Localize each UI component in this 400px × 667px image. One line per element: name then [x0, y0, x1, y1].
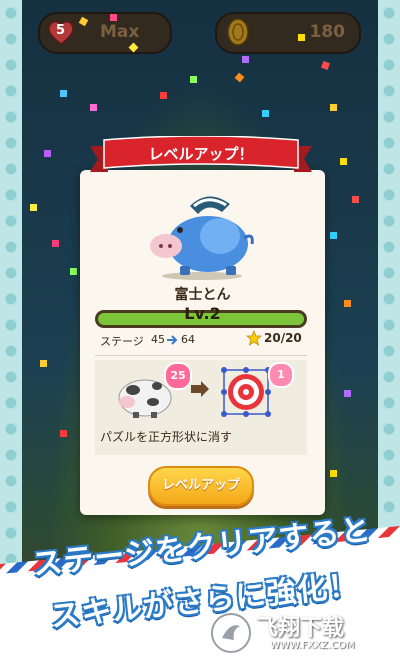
- confetti-piece: [60, 90, 67, 97]
- confetti-piece: [242, 56, 249, 63]
- confetti-piece: [160, 92, 167, 99]
- watermark-logo-icon: [211, 613, 251, 653]
- confetti-piece: [344, 300, 351, 307]
- confetti-piece: [340, 158, 347, 165]
- character-name: 富士とん: [174, 287, 231, 303]
- skill-description: パズルを正方形状に消す: [100, 430, 233, 444]
- levelup-button[interactable]: レベルアップ: [148, 466, 254, 506]
- coin-icon: [227, 18, 249, 46]
- confetti-piece: [70, 268, 77, 275]
- watermark-text: 飞翔下载: [256, 616, 345, 641]
- arrow-right-icon: [191, 381, 209, 397]
- confetti-piece: [60, 430, 67, 437]
- confetti-piece: [110, 14, 117, 21]
- character-level: Lv.2: [184, 304, 221, 323]
- lives-counter[interactable]: 5 Max: [38, 12, 172, 54]
- divider: [95, 355, 307, 356]
- coins-counter[interactable]: 180: [215, 12, 361, 54]
- confetti-piece: [330, 232, 337, 239]
- square-target-icon: [221, 367, 271, 417]
- stage-from: 45: [151, 333, 165, 346]
- confetti-piece: [40, 360, 47, 367]
- confetti-piece: [190, 76, 197, 83]
- lives-count: 5: [56, 23, 66, 38]
- stars-count: 20/20: [264, 331, 302, 345]
- fuji-pig-character-icon: [150, 196, 254, 280]
- confetti-piece: [52, 240, 59, 247]
- confetti-piece: [352, 196, 359, 203]
- stage-to: 64: [181, 333, 195, 346]
- watermark-url: WWW.FXXZ.COM: [270, 640, 355, 651]
- star-icon: [246, 330, 262, 346]
- confetti-piece: [30, 204, 37, 211]
- ribbon-title: レベルアップ！: [148, 145, 254, 163]
- confetti-piece: [262, 110, 269, 117]
- confetti-piece: [330, 104, 337, 111]
- skill-after-badge: 1: [268, 362, 294, 388]
- watermark: 飞翔下载 WWW.FXXZ.COM: [210, 608, 388, 658]
- stage-label: ステージ: [100, 335, 144, 348]
- confetti-piece: [298, 34, 305, 41]
- confetti-piece: [90, 104, 97, 111]
- coins-count: 180: [309, 22, 346, 42]
- confetti-piece: [44, 150, 51, 157]
- arrow-right-icon: [167, 335, 178, 345]
- skill-before-badge: 25: [164, 362, 192, 390]
- confetti-piece: [330, 470, 337, 477]
- lives-max-label: Max: [100, 22, 140, 42]
- confetti-piece: [344, 390, 351, 397]
